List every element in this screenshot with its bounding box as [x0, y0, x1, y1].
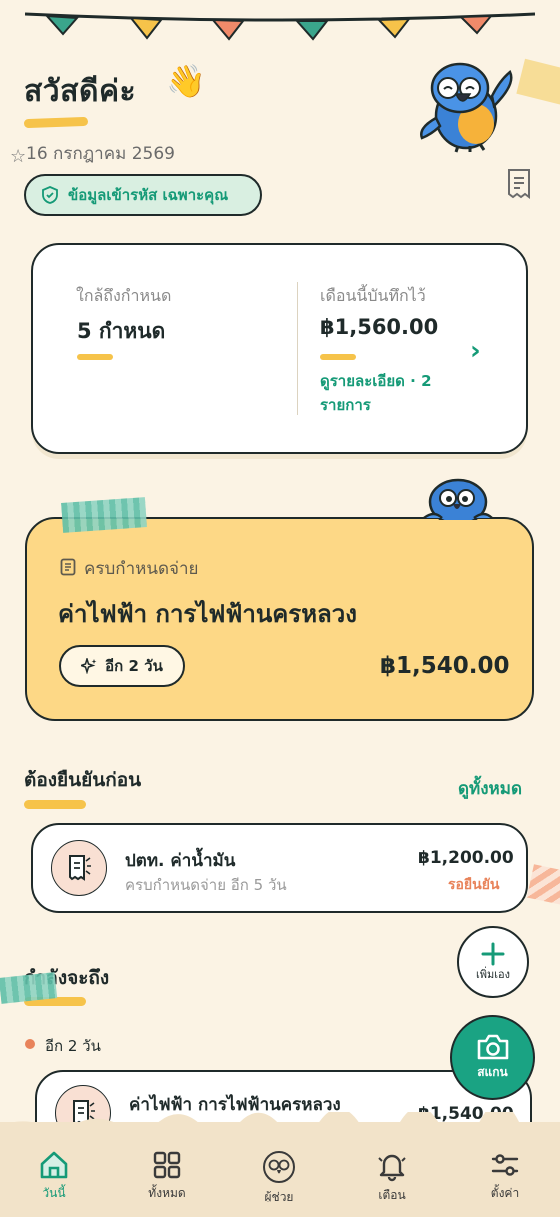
pending-section-underline — [24, 800, 86, 809]
chevron-right-icon[interactable]: › — [470, 336, 481, 366]
document-icon — [60, 558, 76, 576]
see-all-link[interactable]: ดูทั้งหมด — [458, 775, 522, 802]
upcoming-underline — [77, 354, 113, 360]
bell-icon — [378, 1154, 406, 1182]
summary-divider — [297, 282, 298, 415]
plus-icon — [481, 942, 505, 966]
receipt-icon-circle — [51, 840, 107, 896]
camera-icon — [477, 1034, 508, 1060]
nav-label-today: วันนี้ — [42, 1186, 66, 1198]
nav-label-all: ทั้งหมด — [148, 1186, 186, 1198]
nav-item-assistant[interactable]: ผู้ช่วย — [234, 1150, 324, 1202]
tape-decoration — [61, 497, 147, 533]
pending-item-subtitle: ครบกำหนดจ่าย อีก 5 วัน — [125, 876, 287, 894]
grid-icon — [153, 1151, 181, 1179]
stripe-decoration — [526, 864, 560, 906]
encryption-badge-label: ข้อมูลเข้ารหัส เฉพาะคุณ — [68, 186, 229, 204]
month-total-value: ฿1,560.00 — [320, 315, 439, 339]
shield-icon — [42, 186, 58, 204]
parrot-peek-icon — [420, 472, 496, 526]
due-card-label: ครบกำหนดจ่าย — [84, 559, 199, 579]
scan-label: สแกน — [477, 1065, 508, 1079]
home-icon — [40, 1151, 68, 1179]
receipt-icon — [69, 855, 91, 881]
pending-section-title: ต้องยืนยันก่อน — [24, 769, 142, 791]
scan-button[interactable]: สแกน — [450, 1015, 535, 1100]
pending-item-amount: ฿1,200.00 — [418, 848, 514, 868]
sliders-icon — [491, 1154, 519, 1176]
sparkle-icon — [81, 658, 97, 674]
nav-item-alerts[interactable]: เตือน — [347, 1150, 437, 1200]
days-left-pill: อีก 2 วัน — [59, 645, 185, 687]
group-dot — [25, 1039, 35, 1049]
month-total-label: เดือนนี้บันทึกไว้ — [320, 286, 426, 305]
days-left-label: อีก 2 วัน — [105, 657, 163, 675]
nav-item-all[interactable]: ทั้งหมด — [122, 1150, 212, 1198]
wave-emoji: 👋 — [166, 62, 206, 100]
due-card-title: ค่าไฟฟ้า การไฟฟ้านครหลวง — [58, 600, 357, 628]
greeting-underline — [23, 116, 89, 129]
add-manual-button[interactable]: เพิ่มเอง — [457, 926, 529, 998]
star-icon: ☆ — [10, 146, 27, 167]
nav-label-alerts: เตือน — [378, 1188, 406, 1200]
nav-item-settings[interactable]: ตั้งค่า — [460, 1150, 550, 1198]
due-card-amount: ฿1,540.00 — [380, 653, 510, 679]
greeting-title: สวัสดีค่ะ — [24, 74, 137, 109]
add-manual-label: เพิ่มเอง — [476, 968, 510, 981]
receipt-doodle-icon — [508, 169, 530, 199]
view-details-link[interactable]: ดูรายละเอียด · 2 รายการ — [320, 369, 460, 417]
upcoming-count-value: 5 กำหนด — [77, 319, 166, 343]
current-date: 16 กรกฎาคม 2569 — [26, 144, 175, 164]
summary-card[interactable] — [31, 243, 528, 454]
upcoming-count-label: ใกล้ถึงกำหนด — [76, 286, 172, 305]
parrot-icon — [263, 1151, 295, 1183]
encryption-badge: ข้อมูลเข้ารหัส เฉพาะคุณ — [24, 174, 262, 216]
nav-label-assistant: ผู้ช่วย — [264, 1190, 294, 1202]
nav-item-today[interactable]: วันนี้ — [9, 1150, 99, 1198]
pending-item-name: ปตท. ค่าน้ำมัน — [125, 851, 236, 871]
parrot-mascot-icon — [420, 62, 513, 153]
nav-label-settings: ตั้งค่า — [490, 1186, 520, 1198]
month-underline — [320, 354, 356, 360]
group-label: อีก 2 วัน — [45, 1037, 101, 1055]
pending-status-badge: รอยืนยัน — [448, 877, 500, 893]
bunting-decoration — [25, 12, 535, 41]
